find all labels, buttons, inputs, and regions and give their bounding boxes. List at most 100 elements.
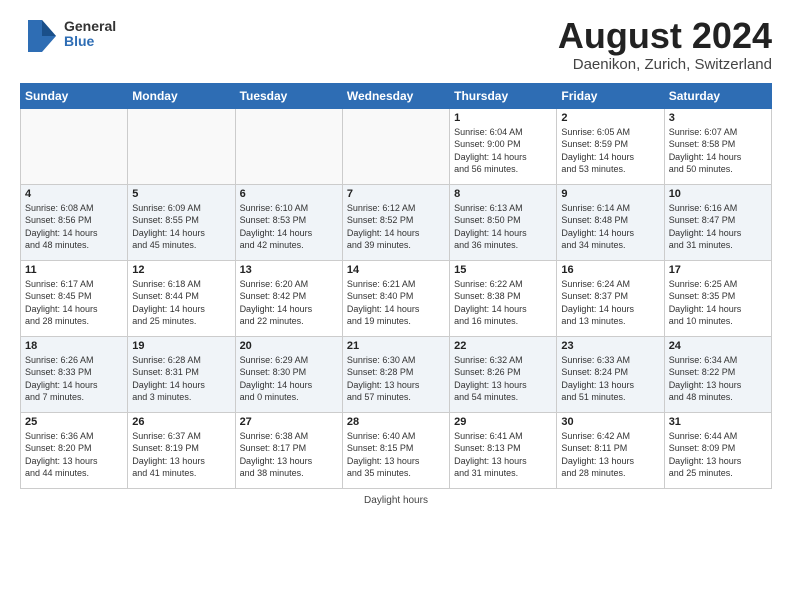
logo: GeneralBlue <box>20 16 116 52</box>
table-row: 30 Sunrise: 6:42 AM Sunset: 8:11 PM Dayli… <box>557 412 664 488</box>
month-title: August 2024 <box>558 16 772 56</box>
table-row: 21 Sunrise: 6:30 AM Sunset: 8:28 PM Dayli… <box>342 336 449 412</box>
logo-blue: Blue <box>64 34 116 49</box>
table-row <box>342 108 449 184</box>
table-row: 12Sunrise: 6:18 AM Sunset: 8:44 PM Dayli… <box>128 260 235 336</box>
day-info: Sunrise: 6:30 AM Sunset: 8:28 PM Dayligh… <box>347 354 445 404</box>
table-row: 5 Sunrise: 6:09 AM Sunset: 8:55 PM Daylig… <box>128 184 235 260</box>
table-row: 16 Sunrise: 6:24 AM Sunset: 8:37 PM Dayli… <box>557 260 664 336</box>
page: GeneralBlue August 2024 Daenikon, Zurich… <box>0 0 792 612</box>
day-info: Sunrise: 6:10 AM Sunset: 8:53 PM Dayligh… <box>240 202 338 252</box>
logo-general: General <box>64 19 116 34</box>
day-info: Sunrise: 6:34 AM Sunset: 8:22 PM Dayligh… <box>669 354 767 404</box>
table-row: 9 Sunrise: 6:14 AM Sunset: 8:48 PM Daylig… <box>557 184 664 260</box>
day-info: Sunrise: 6:07 AM Sunset: 8:58 PM Dayligh… <box>669 126 767 176</box>
table-row: 13 Sunrise: 6:20 AM Sunset: 8:42 PM Dayli… <box>235 260 342 336</box>
table-row: 26 Sunrise: 6:37 AM Sunset: 8:19 PM Dayli… <box>128 412 235 488</box>
table-row <box>21 108 128 184</box>
table-row: 27 Sunrise: 6:38 AM Sunset: 8:17 PM Dayli… <box>235 412 342 488</box>
table-row <box>235 108 342 184</box>
day-number: 3 <box>669 112 767 124</box>
day-info: Sunrise: 6:32 AM Sunset: 8:26 PM Dayligh… <box>454 354 552 404</box>
table-row: 15Sunrise: 6:22 AM Sunset: 8:38 PM Dayli… <box>450 260 557 336</box>
header: GeneralBlue August 2024 Daenikon, Zurich… <box>20 16 772 73</box>
day-number: 15 <box>454 264 552 276</box>
col-saturday: Saturday <box>664 83 771 108</box>
title-block: August 2024 Daenikon, Zurich, Switzerlan… <box>558 16 772 73</box>
table-row: 22 Sunrise: 6:32 AM Sunset: 8:26 PM Dayli… <box>450 336 557 412</box>
day-number: 5 <box>132 188 230 200</box>
day-info: Sunrise: 6:05 AM Sunset: 8:59 PM Dayligh… <box>561 126 659 176</box>
day-info: Sunrise: 6:38 AM Sunset: 8:17 PM Dayligh… <box>240 430 338 480</box>
day-number: 9 <box>561 188 659 200</box>
table-row: 10 Sunrise: 6:16 AM Sunset: 8:47 PM Dayli… <box>664 184 771 260</box>
day-number: 14 <box>347 264 445 276</box>
day-number: 21 <box>347 340 445 352</box>
day-info: Sunrise: 6:21 AM Sunset: 8:40 PM Dayligh… <box>347 278 445 328</box>
col-sunday: Sunday <box>21 83 128 108</box>
daylight-label: Daylight hours <box>364 495 428 506</box>
day-number: 10 <box>669 188 767 200</box>
day-info: Sunrise: 6:20 AM Sunset: 8:42 PM Dayligh… <box>240 278 338 328</box>
footer-legend: Daylight hours <box>20 495 772 506</box>
day-number: 18 <box>25 340 123 352</box>
day-number: 4 <box>25 188 123 200</box>
calendar-header-row: Sunday Monday Tuesday Wednesday Thursday… <box>21 83 772 108</box>
calendar-table: Sunday Monday Tuesday Wednesday Thursday… <box>20 83 772 489</box>
table-row: 11Sunrise: 6:17 AM Sunset: 8:45 PM Dayli… <box>21 260 128 336</box>
day-info: Sunrise: 6:09 AM Sunset: 8:55 PM Dayligh… <box>132 202 230 252</box>
day-info: Sunrise: 6:25 AM Sunset: 8:35 PM Dayligh… <box>669 278 767 328</box>
table-row: 8 Sunrise: 6:13 AM Sunset: 8:50 PM Daylig… <box>450 184 557 260</box>
calendar-week-5: 25Sunrise: 6:36 AM Sunset: 8:20 PM Dayli… <box>21 412 772 488</box>
day-number: 22 <box>454 340 552 352</box>
day-number: 23 <box>561 340 659 352</box>
day-info: Sunrise: 6:41 AM Sunset: 8:13 PM Dayligh… <box>454 430 552 480</box>
generalblue-logo-icon <box>20 16 60 52</box>
calendar-week-4: 18 Sunrise: 6:26 AM Sunset: 8:33 PM Dayli… <box>21 336 772 412</box>
day-info: Sunrise: 6:24 AM Sunset: 8:37 PM Dayligh… <box>561 278 659 328</box>
day-info: Sunrise: 6:18 AM Sunset: 8:44 PM Dayligh… <box>132 278 230 328</box>
day-info: Sunrise: 6:40 AM Sunset: 8:15 PM Dayligh… <box>347 430 445 480</box>
table-row: 29 Sunrise: 6:41 AM Sunset: 8:13 PM Dayli… <box>450 412 557 488</box>
day-number: 13 <box>240 264 338 276</box>
table-row: 24Sunrise: 6:34 AM Sunset: 8:22 PM Dayli… <box>664 336 771 412</box>
calendar-week-1: 1Sunrise: 6:04 AM Sunset: 9:00 PM Daylig… <box>21 108 772 184</box>
day-number: 1 <box>454 112 552 124</box>
day-number: 8 <box>454 188 552 200</box>
col-monday: Monday <box>128 83 235 108</box>
day-number: 17 <box>669 264 767 276</box>
table-row: 31Sunrise: 6:44 AM Sunset: 8:09 PM Dayli… <box>664 412 771 488</box>
day-number: 16 <box>561 264 659 276</box>
day-number: 27 <box>240 416 338 428</box>
day-number: 25 <box>25 416 123 428</box>
day-info: Sunrise: 6:16 AM Sunset: 8:47 PM Dayligh… <box>669 202 767 252</box>
table-row: 18 Sunrise: 6:26 AM Sunset: 8:33 PM Dayli… <box>21 336 128 412</box>
table-row: 28 Sunrise: 6:40 AM Sunset: 8:15 PM Dayli… <box>342 412 449 488</box>
table-row: 2Sunrise: 6:05 AM Sunset: 8:59 PM Daylig… <box>557 108 664 184</box>
day-info: Sunrise: 6:08 AM Sunset: 8:56 PM Dayligh… <box>25 202 123 252</box>
table-row <box>128 108 235 184</box>
col-friday: Friday <box>557 83 664 108</box>
day-number: 30 <box>561 416 659 428</box>
day-number: 26 <box>132 416 230 428</box>
table-row: 4 Sunrise: 6:08 AM Sunset: 8:56 PM Daylig… <box>21 184 128 260</box>
footer: Daylight hours <box>20 495 772 506</box>
table-row: 6 Sunrise: 6:10 AM Sunset: 8:53 PM Daylig… <box>235 184 342 260</box>
day-info: Sunrise: 6:14 AM Sunset: 8:48 PM Dayligh… <box>561 202 659 252</box>
day-number: 7 <box>347 188 445 200</box>
day-number: 29 <box>454 416 552 428</box>
calendar-week-3: 11Sunrise: 6:17 AM Sunset: 8:45 PM Dayli… <box>21 260 772 336</box>
day-info: Sunrise: 6:42 AM Sunset: 8:11 PM Dayligh… <box>561 430 659 480</box>
location: Daenikon, Zurich, Switzerland <box>558 56 772 73</box>
day-info: Sunrise: 6:37 AM Sunset: 8:19 PM Dayligh… <box>132 430 230 480</box>
day-info: Sunrise: 6:26 AM Sunset: 8:33 PM Dayligh… <box>25 354 123 404</box>
day-number: 11 <box>25 264 123 276</box>
day-info: Sunrise: 6:44 AM Sunset: 8:09 PM Dayligh… <box>669 430 767 480</box>
day-info: Sunrise: 6:13 AM Sunset: 8:50 PM Dayligh… <box>454 202 552 252</box>
calendar-week-2: 4 Sunrise: 6:08 AM Sunset: 8:56 PM Daylig… <box>21 184 772 260</box>
day-number: 28 <box>347 416 445 428</box>
day-info: Sunrise: 6:33 AM Sunset: 8:24 PM Dayligh… <box>561 354 659 404</box>
day-info: Sunrise: 6:28 AM Sunset: 8:31 PM Dayligh… <box>132 354 230 404</box>
table-row: 23 Sunrise: 6:33 AM Sunset: 8:24 PM Dayli… <box>557 336 664 412</box>
day-number: 6 <box>240 188 338 200</box>
